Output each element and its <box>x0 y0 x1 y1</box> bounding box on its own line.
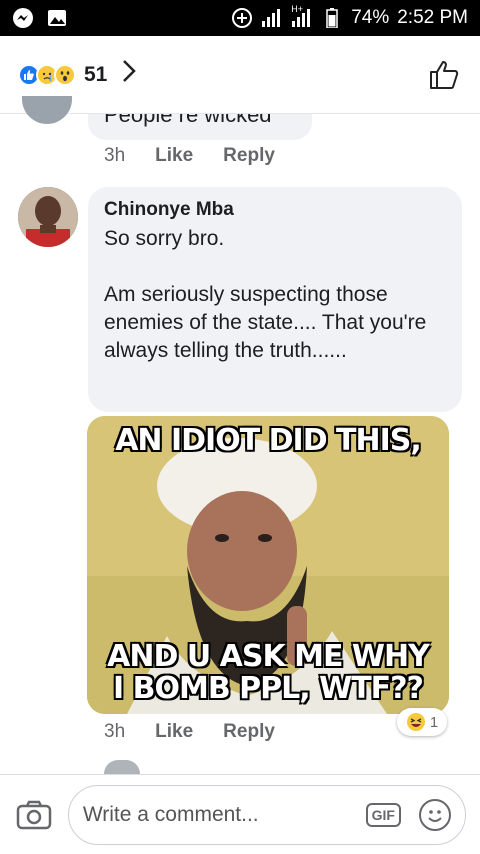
wow-reaction-icon <box>54 63 76 86</box>
gif-button[interactable]: GIF <box>365 802 401 827</box>
comment-input-wrapper: GIF <box>67 784 466 845</box>
comment-composer: GIF <box>0 774 480 854</box>
camera-button[interactable] <box>14 795 54 835</box>
meme-bottom-caption-line-1: AND U ASK ME WHY <box>107 639 430 674</box>
previous-commenter-avatar[interactable] <box>22 96 72 124</box>
commenter-avatar[interactable] <box>18 187 78 247</box>
meme-top-caption: AN IDIOT DID THIS, <box>115 423 422 458</box>
data-saver-icon <box>231 7 253 29</box>
comment-meta: 3h Like Reply <box>104 721 275 743</box>
previous-comment-reply-button[interactable]: Reply <box>223 145 275 167</box>
messenger-icon <box>12 7 34 29</box>
reactions-header: 51 <box>0 36 480 114</box>
signal-icon <box>261 7 283 29</box>
battery-icon <box>321 7 343 29</box>
smiley-icon <box>428 809 442 822</box>
comment-bubble: Chinonye Mba So sorry bro. Am seriously … <box>88 187 462 412</box>
comment-author[interactable]: Chinonye Mba <box>104 199 446 221</box>
comment-input[interactable] <box>82 802 366 827</box>
previous-comment-text: People re wicked <box>104 114 272 127</box>
reaction-summary[interactable]: 51 <box>18 58 137 91</box>
comment-reaction-pill[interactable]: 1 <box>397 708 447 736</box>
battery-level: 74% <box>351 7 390 28</box>
reaction-count: 51 <box>84 62 108 86</box>
previous-comment-time: 3h <box>104 145 126 166</box>
haha-reaction-icon <box>406 713 425 731</box>
gallery-icon <box>46 7 68 29</box>
comment-like-button[interactable]: Like <box>155 721 193 743</box>
next-commenter-avatar[interactable] <box>104 760 140 774</box>
comment-reply-button[interactable]: Reply <box>223 721 275 743</box>
clock: 2:52 PM <box>397 7 468 28</box>
comment-reaction-count: 1 <box>429 713 439 731</box>
camera-icon <box>16 800 52 829</box>
previous-comment-like-button[interactable]: Like <box>155 145 193 167</box>
like-post-button[interactable] <box>426 57 462 93</box>
previous-comment-bubble: People re wicked <box>88 114 312 140</box>
previous-comment-meta: 3h Like Reply <box>104 145 275 167</box>
signal-hplus-icon: H+ <box>291 4 313 29</box>
network-type: H+ <box>291 4 303 14</box>
emoji-button[interactable] <box>419 798 451 831</box>
comment-text: So sorry bro. Am seriously suspecting th… <box>104 227 427 362</box>
thumbs-up-icon <box>430 60 459 89</box>
comment-time: 3h <box>104 721 126 742</box>
status-bar: H+ 74% 2:52 PM <box>0 0 480 36</box>
comment-meme-image[interactable]: AN IDIOT DID THIS, AND U ASK ME WHY I BO… <box>87 416 449 714</box>
chevron-right-icon <box>121 58 137 91</box>
meme-bottom-caption-line-2: I BOMB PPL, WTF?? <box>113 671 424 706</box>
